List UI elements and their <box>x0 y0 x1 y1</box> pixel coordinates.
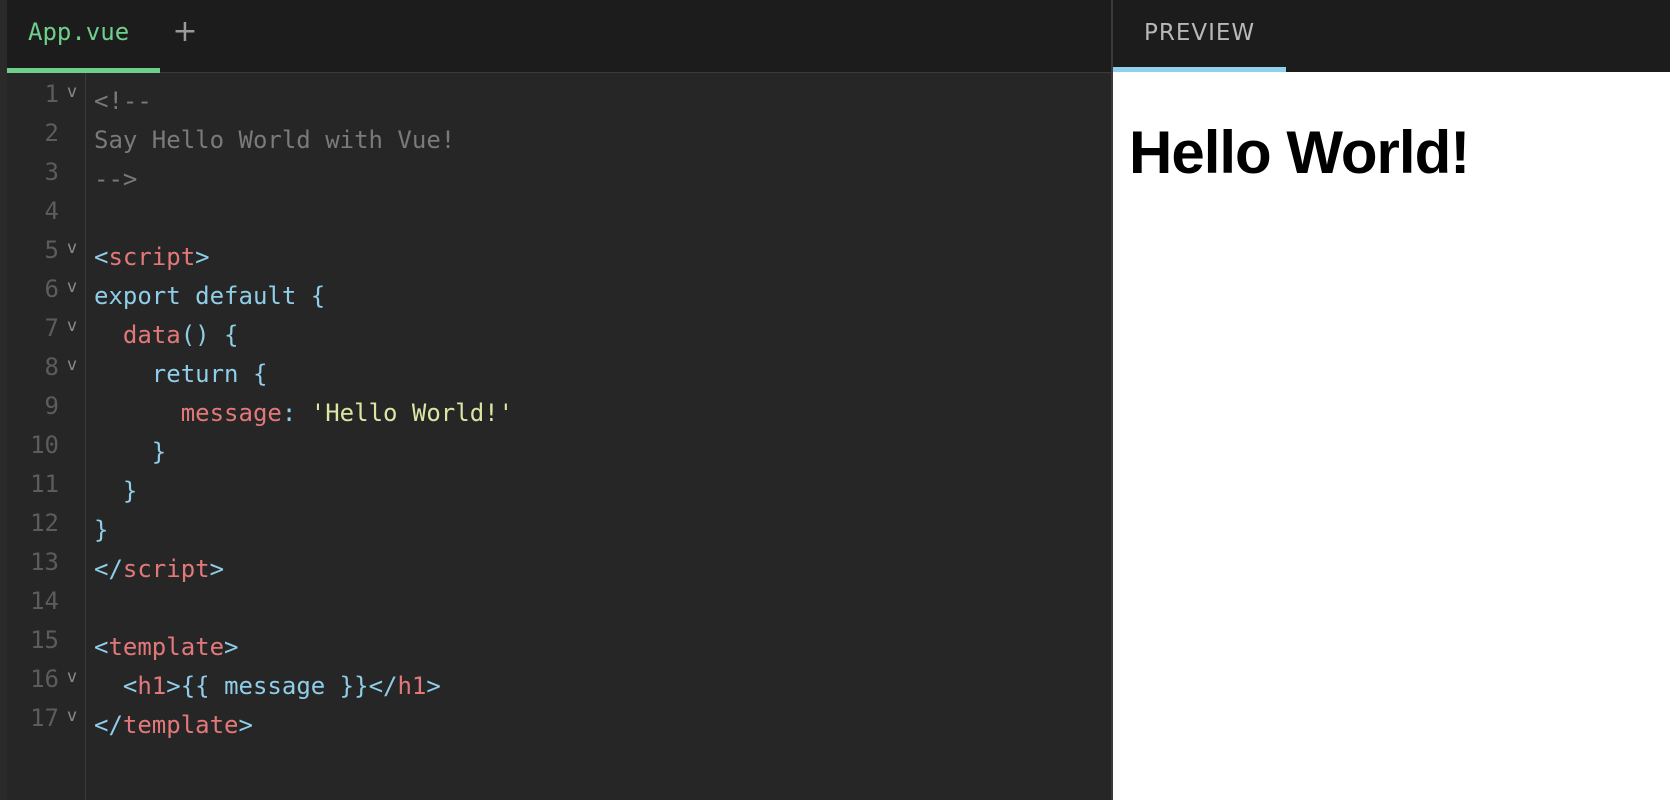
line-number: 14 <box>30 587 59 615</box>
fold-chevron-icon[interactable]: v <box>64 348 80 382</box>
line-number: 7 <box>44 314 59 342</box>
preview-content: Hello World! <box>1129 118 1470 187</box>
line-number: 15 <box>30 626 59 654</box>
fold-chevron-icon[interactable]: v <box>64 231 80 265</box>
code-line: } <box>94 516 109 544</box>
code-line: --> <box>94 165 138 193</box>
preview-tab-indicator <box>1113 67 1286 72</box>
code-line: data() { <box>122 321 239 349</box>
line-number: 13 <box>30 548 59 576</box>
code-editor-pane: App.vue + 1 2 3 4 5 6 7 8 9 10 11 12 13 … <box>7 0 1113 800</box>
fold-chevron-icon[interactable]: v <box>64 309 80 343</box>
line-number: 9 <box>44 392 59 420</box>
plus-icon: + <box>172 14 198 49</box>
code-line: <!-- <box>94 87 152 115</box>
tab-app-vue[interactable]: App.vue <box>7 0 160 73</box>
add-file-button[interactable]: + <box>170 14 200 50</box>
code-text-area[interactable]: <!-- Say Hello World with Vue! --> <scri… <box>94 82 513 745</box>
line-number: 5 <box>44 236 59 264</box>
line-number: 10 <box>30 431 59 459</box>
code-line: } <box>151 438 167 466</box>
code-line: <template> <box>94 633 239 661</box>
left-edge-strip <box>0 0 7 800</box>
code-line: message: 'Hello World!' <box>180 399 514 427</box>
preview-heading: Hello World! <box>1129 119 1470 186</box>
fold-chevron-icon[interactable]: v <box>64 270 80 304</box>
line-number: 6 <box>44 275 59 303</box>
line-number-gutter: 1 2 3 4 5 6 7 8 9 10 11 12 13 14 15 16 1… <box>7 73 86 800</box>
line-number: 12 <box>30 509 59 537</box>
code-line: </template> <box>94 711 253 739</box>
code-line: <script> <box>94 243 210 271</box>
editor-tab-bar: App.vue + <box>7 0 1111 73</box>
tab-preview-label: PREVIEW <box>1144 20 1256 46</box>
fold-chevron-icon[interactable]: v <box>64 75 80 109</box>
line-number: 3 <box>44 158 59 186</box>
tab-preview[interactable]: PREVIEW <box>1113 0 1286 72</box>
line-number: 16 <box>30 665 59 693</box>
line-number: 11 <box>30 470 59 498</box>
line-number: 4 <box>44 197 59 225</box>
line-number: 8 <box>44 353 59 381</box>
fold-chevron-icon[interactable]: v <box>64 660 80 694</box>
preview-tab-bar: PREVIEW <box>1113 0 1670 72</box>
line-number: 1 <box>44 80 59 108</box>
code-line: return { <box>151 360 268 388</box>
tab-app-vue-label: App.vue <box>28 18 130 46</box>
code-line: Say Hello World with Vue! <box>94 126 456 154</box>
code-line: </script> <box>94 555 225 583</box>
fold-chevron-icon[interactable]: v <box>64 699 80 733</box>
code-line: export default { <box>94 282 326 310</box>
preview-pane: PREVIEW Hello World! <box>1113 0 1670 800</box>
line-number: 2 <box>44 119 59 147</box>
code-line: <h1>{{ message }}</h1> <box>122 672 441 700</box>
code-line: } <box>122 477 138 505</box>
line-number: 17 <box>30 704 59 732</box>
